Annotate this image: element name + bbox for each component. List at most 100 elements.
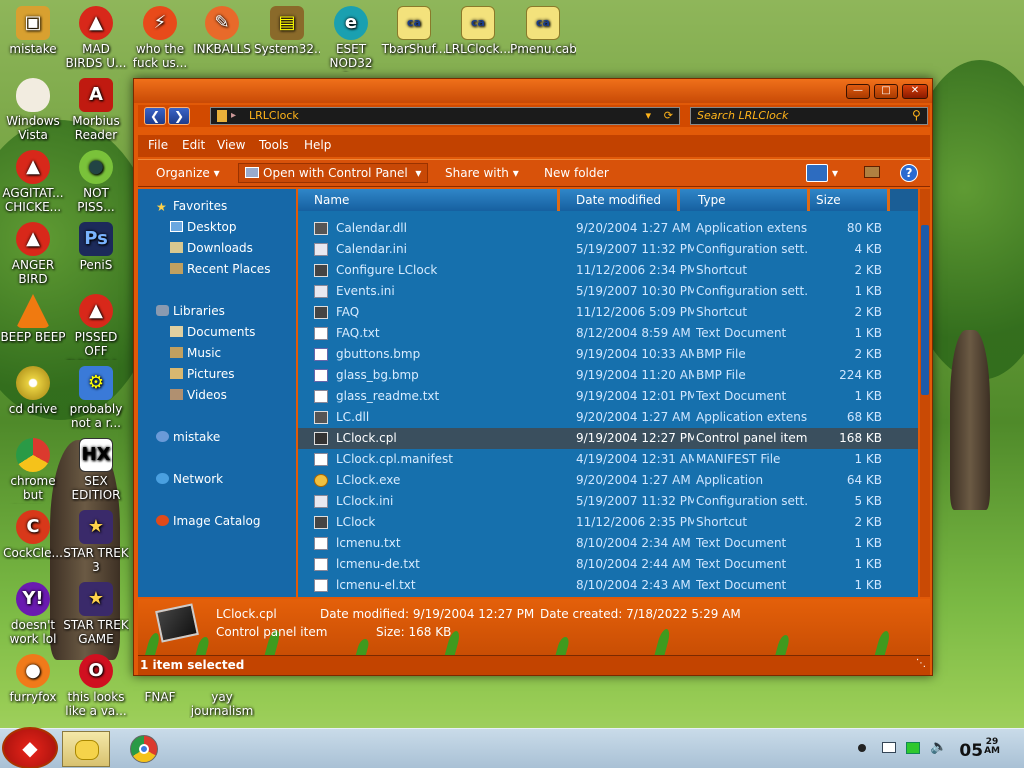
file-row[interactable]: Events.ini 5/19/2007 10:30 PM Configuratio… xyxy=(298,281,918,302)
desktop-icon-20[interactable]: chrome but norm... xyxy=(0,438,66,504)
search-icon[interactable]: ⚲ xyxy=(912,108,921,122)
title-bar[interactable]: — □ ✕ xyxy=(134,79,932,103)
file-row[interactable]: LClock.cpl 9/19/2004 12:27 PM Control pane… xyxy=(298,428,918,449)
file-row[interactable]: gbuttons.bmp 9/19/2004 10:33 AM BMP File 2 … xyxy=(298,344,918,365)
nav-desktop[interactable]: Desktop xyxy=(170,220,237,234)
resize-grip-icon[interactable]: ⋱ xyxy=(916,658,926,669)
nav-pictures[interactable]: Pictures xyxy=(170,367,235,381)
nav-favorites[interactable]: ★ Favorites xyxy=(156,199,227,214)
file-list[interactable]: Name Date modified Type Size Calendar.dl… xyxy=(298,189,918,597)
file-row[interactable]: LClock 11/12/2006 2:35 PM Shortcut 2 KB xyxy=(298,512,918,533)
desktop-icon-11[interactable]: A Morbius Reader xyxy=(63,78,129,142)
search-input[interactable]: Search LRLClock xyxy=(690,107,928,125)
back-button[interactable]: ❮ xyxy=(144,107,166,125)
desktop-icon-10[interactable]: Windows Vista xyxy=(0,78,66,142)
desktop-icon-19[interactable]: ⚙ probably not a r... xyxy=(63,366,129,430)
tray-device-icon[interactable] xyxy=(882,742,896,753)
desktop-icon-5[interactable]: ▤ System32... xyxy=(254,6,320,56)
file-row[interactable]: LClock.ini 5/19/2007 11:32 PM Configuratio… xyxy=(298,491,918,512)
column-header-type[interactable]: Type xyxy=(680,189,810,211)
desktop-icon-7[interactable]: ca TbarShuf... xyxy=(381,6,447,56)
column-header-date[interactable]: Date modified xyxy=(560,189,680,211)
new-folder-button[interactable]: New folder xyxy=(544,166,609,180)
menu-view[interactable]: View xyxy=(217,138,245,152)
taskbar-explorer-button[interactable] xyxy=(62,731,110,767)
file-row[interactable]: LC.dll 9/20/2004 1:27 AM Application exten… xyxy=(298,407,918,428)
file-row[interactable]: LClock.cpl.manifest 4/19/2004 12:31 AM MAN… xyxy=(298,449,918,470)
desktop-icon-16[interactable]: BEEP BEEP xyxy=(0,294,66,344)
desktop-icon-23[interactable]: ★ STAR TREK 3 xyxy=(63,510,129,574)
nav-network[interactable]: Network xyxy=(156,472,223,486)
desktop-icon-2[interactable]: ▲ MAD BIRDS U... xyxy=(63,6,129,70)
taskbar-clock[interactable]: 05 29 AM xyxy=(959,738,1000,762)
desktop-icon-22[interactable]: C CockCle... xyxy=(0,510,66,560)
taskbar-chrome-button[interactable] xyxy=(122,731,166,767)
explorer-window[interactable]: — □ ✕ ❮ ❯ ▸ LRLClock ▾ ⟳ Search LRLClock… xyxy=(133,78,933,676)
tray-volume-icon[interactable]: 🔈 xyxy=(930,739,947,755)
desktop-icon-3[interactable]: ⚡ who the fuck us... xyxy=(127,6,193,70)
share-with-button[interactable]: Share with ▾ xyxy=(445,166,519,180)
desktop-icon-26[interactable]: ● furryfox xyxy=(0,654,66,704)
desktop-icon-9[interactable]: ca Pmenu.cab xyxy=(510,6,576,56)
desktop-icon-25[interactable]: ★ STAR TREK GAME xyxy=(63,582,129,646)
refresh-icon[interactable]: ⟳ xyxy=(664,108,673,124)
scrollbar-thumb[interactable] xyxy=(921,225,929,395)
forward-button[interactable]: ❯ xyxy=(168,107,190,125)
menu-edit[interactable]: Edit xyxy=(182,138,205,152)
nav-videos[interactable]: Videos xyxy=(170,388,227,402)
desktop-icon-12[interactable]: ▲ AGGITAT... CHICKE... xyxy=(0,150,66,214)
desktop-icon-21[interactable]: HX SEX EDITIOR xyxy=(63,438,129,502)
desktop-icon-4[interactable]: ✎ INKBALLS xyxy=(189,6,255,56)
desktop-icon-1[interactable]: ▣ mistake xyxy=(0,6,66,56)
desktop-icon-6[interactable]: eESET NOD32 A... xyxy=(318,6,384,72)
nav-downloads[interactable]: Downloads xyxy=(170,241,253,255)
file-size: 1 KB xyxy=(854,557,882,571)
file-row[interactable]: FAQ.txt 8/12/2004 8:59 AM Text Document 1 K… xyxy=(298,323,918,344)
tray-network-icon[interactable] xyxy=(906,742,920,754)
column-header-size[interactable]: Size xyxy=(810,189,890,211)
file-row[interactable]: glass_readme.txt 9/19/2004 12:01 PM Text D… xyxy=(298,386,918,407)
nav-image-catalog[interactable]: Image Catalog xyxy=(156,514,260,528)
file-row[interactable]: lcmenu-el.txt 8/10/2004 2:43 AM Text Docum… xyxy=(298,575,918,596)
desktop-icon-14[interactable]: ▲ ANGER BIRD xyxy=(0,222,66,286)
file-row[interactable]: FAQ 11/12/2006 5:09 PM Shortcut 2 KB xyxy=(298,302,918,323)
nav-libraries[interactable]: Libraries xyxy=(156,304,225,318)
nav-recent-places[interactable]: Recent Places xyxy=(170,262,270,276)
file-row[interactable]: lcmenu-de.txt 8/10/2004 2:44 AM Text Docum… xyxy=(298,554,918,575)
desktop-icon-24[interactable]: Y! doesn't work lol xyxy=(0,582,66,646)
file-row[interactable]: Calendar.ini 5/19/2007 11:32 PM Configurat… xyxy=(298,239,918,260)
preview-pane-icon[interactable] xyxy=(864,166,880,178)
maximize-button[interactable]: □ xyxy=(874,84,898,99)
address-box[interactable]: ▸ LRLClock ▾ ⟳ xyxy=(210,107,680,125)
star-trek-icon: ★ xyxy=(79,582,113,616)
minimize-button[interactable]: — xyxy=(846,84,870,99)
organize-button[interactable]: Organize ▾ xyxy=(156,166,220,180)
desktop-icon-15[interactable]: Ps PeniS xyxy=(63,222,129,272)
nav-music[interactable]: Music xyxy=(170,346,221,360)
nav-homegroup[interactable]: mistake xyxy=(156,430,220,444)
file-row[interactable]: glass_bg.bmp 9/19/2004 11:20 AM BMP File 22… xyxy=(298,365,918,386)
view-options-icon[interactable] xyxy=(806,164,828,182)
file-row[interactable]: lcmenu.txt 8/10/2004 2:34 AM Text Document… xyxy=(298,533,918,554)
vertical-scrollbar[interactable] xyxy=(920,189,930,597)
menu-file[interactable]: File xyxy=(148,138,168,152)
close-button[interactable]: ✕ xyxy=(902,84,928,99)
desktop-icon-18[interactable]: cd drive xyxy=(0,366,66,416)
tray-record-icon[interactable] xyxy=(858,744,866,752)
file-row[interactable]: Calendar.dll 9/20/2004 1:27 AM Application… xyxy=(298,218,918,239)
desktop-icon-8[interactable]: ca LRLClock... xyxy=(445,6,511,56)
file-row[interactable]: LClock.exe 9/20/2004 1:27 AM Application 64… xyxy=(298,470,918,491)
menu-help[interactable]: Help xyxy=(304,138,331,152)
column-header-name[interactable]: Name xyxy=(298,189,560,211)
chevron-down-icon[interactable]: ▾ xyxy=(645,108,651,124)
chevron-down-icon[interactable]: ▾ xyxy=(832,166,838,180)
open-with-button[interactable]: Open with Control Panel ▾ xyxy=(238,163,429,183)
desktop-icon-27[interactable]: Othis looks like a va... xyxy=(63,654,129,718)
desktop-icon-13[interactable]: ● NOT PISS... xyxy=(63,150,129,214)
menu-tools[interactable]: Tools xyxy=(259,138,289,152)
start-button[interactable]: ◆ xyxy=(2,727,58,768)
nav-documents[interactable]: Documents xyxy=(170,325,255,339)
help-icon[interactable]: ? xyxy=(900,164,918,182)
desktop-icon-17[interactable]: ▲PISSED OFF AVIANS I... xyxy=(63,294,129,360)
file-row[interactable]: Configure LClock 11/12/2006 2:34 PM Shortc… xyxy=(298,260,918,281)
